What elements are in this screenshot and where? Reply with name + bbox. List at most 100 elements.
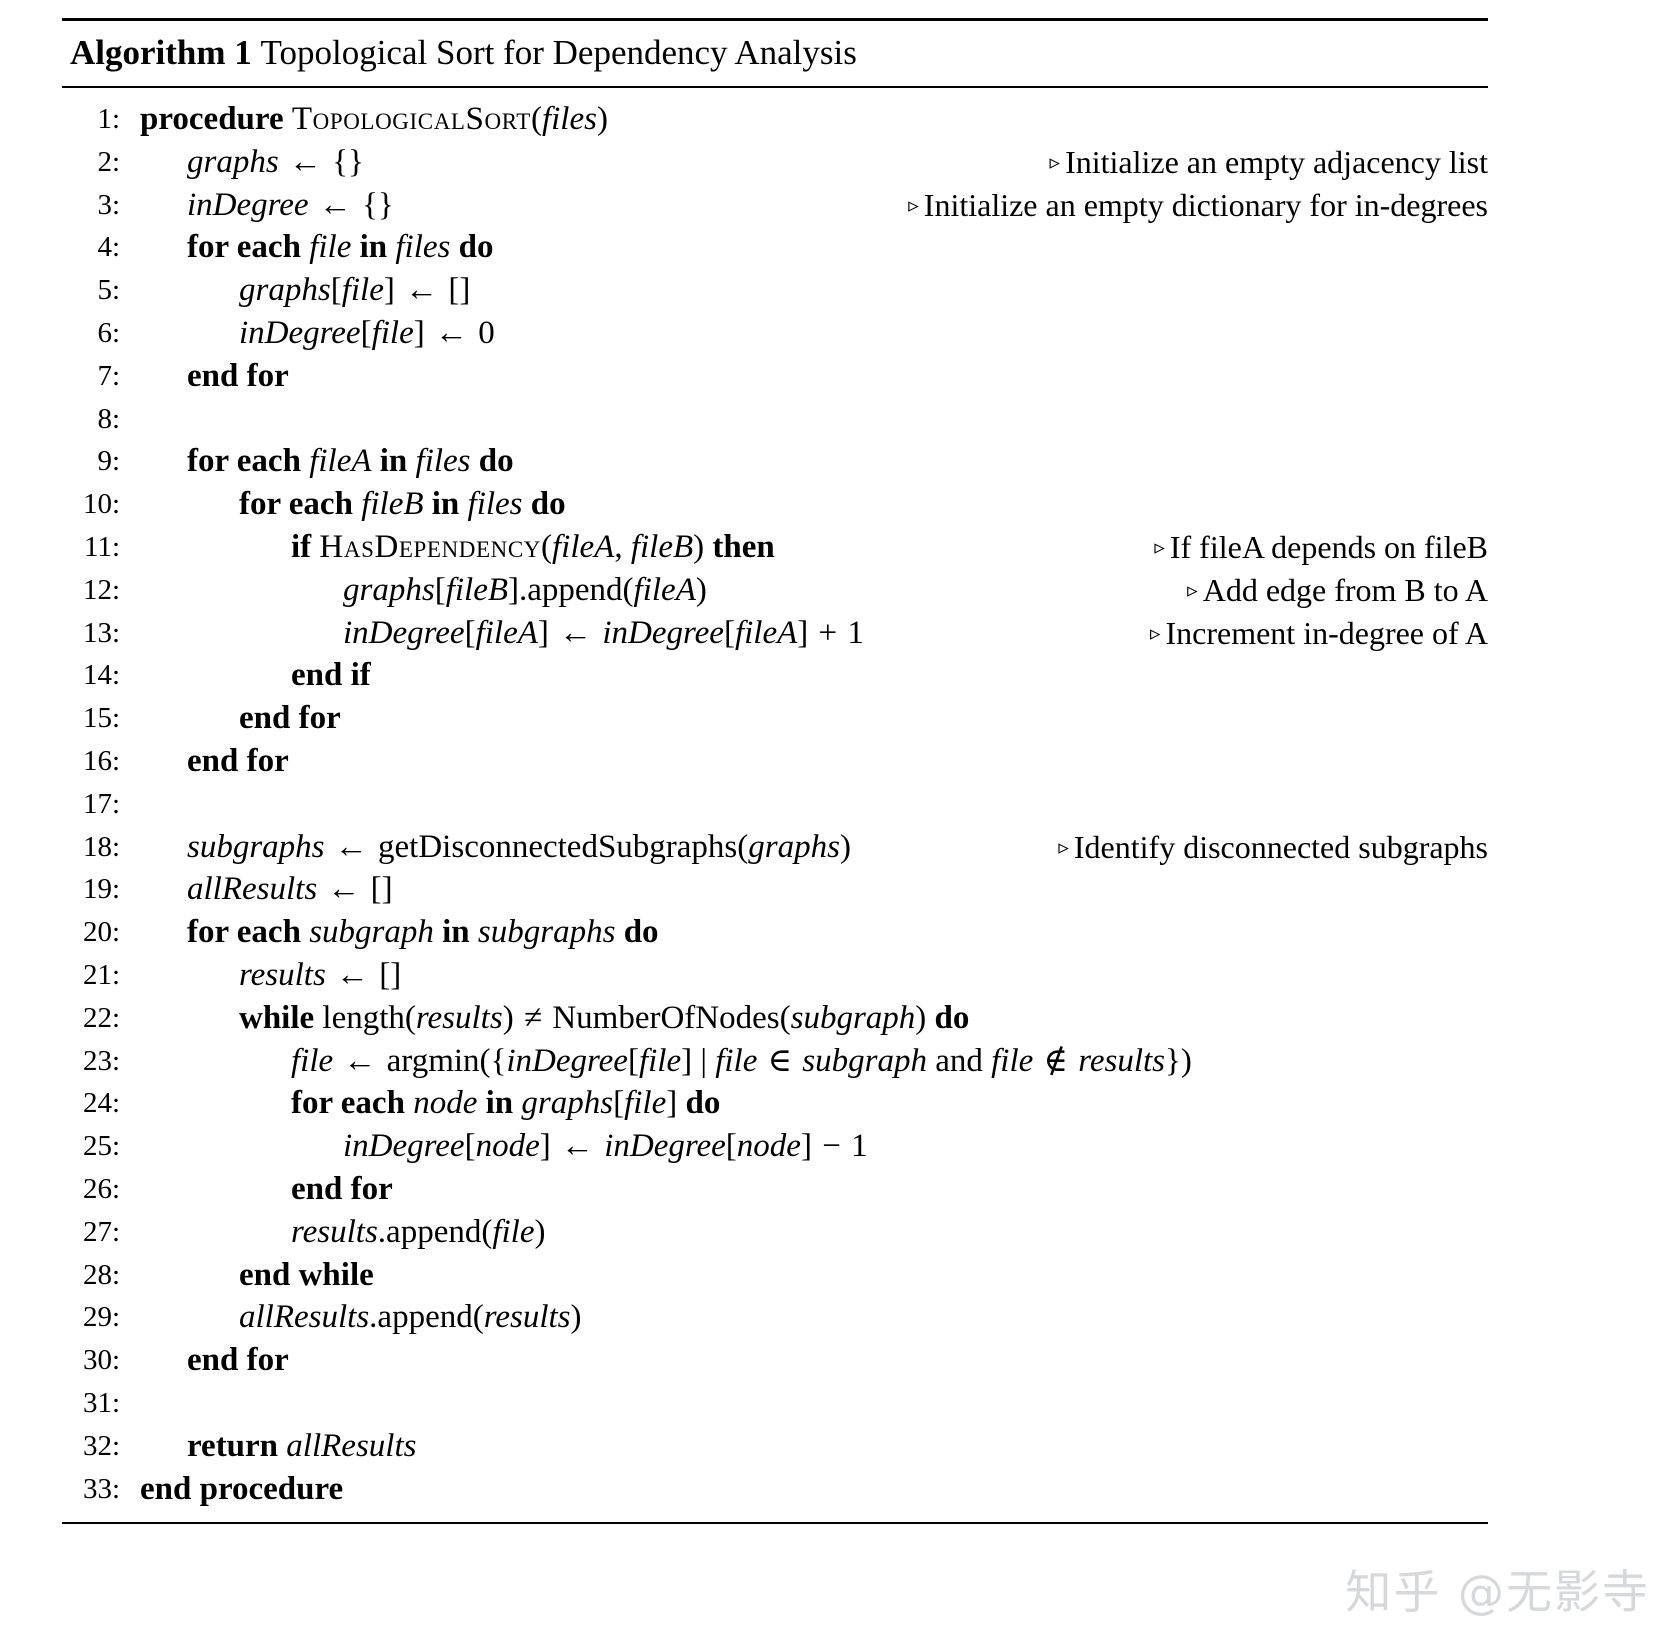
line-code: return allResults: [187, 1427, 417, 1464]
line-code: end while: [239, 1256, 374, 1293]
algorithm-line: 31:: [62, 1382, 1488, 1425]
comment-marker-icon: ▹: [1149, 620, 1161, 645]
line-number: 3:: [97, 188, 120, 221]
algorithm-line: 13: inDegree[fileA] ← inDegree[fileA] + …: [62, 612, 1488, 655]
line-code: if HasDependency(fileA, fileB) then: [291, 528, 775, 565]
algorithm-label: Algorithm 1: [70, 33, 252, 72]
line-number: 11:: [84, 530, 120, 563]
line-number: 12:: [82, 573, 120, 606]
line-number: 5:: [97, 274, 120, 307]
line-number: 32:: [82, 1429, 120, 1462]
algorithm-line: 27: results.append(file): [62, 1211, 1488, 1254]
line-number: 10:: [82, 488, 120, 521]
line-number: 15:: [82, 702, 120, 735]
line-number: 22:: [82, 1001, 120, 1034]
line-comment: ▹ If fileA depends on fileB: [1154, 526, 1488, 569]
algorithm-line: 33: end procedure: [62, 1468, 1488, 1511]
line-number: 26:: [82, 1172, 120, 1205]
line-number: 4:: [97, 231, 120, 264]
algorithm-line: 5: graphs[file] ← []: [62, 269, 1488, 312]
algorithm-line: 7: end for: [62, 355, 1488, 398]
line-code: end for: [239, 700, 341, 737]
line-number: 30:: [82, 1344, 120, 1377]
algorithm-line: 4: for each file in files do: [62, 226, 1488, 269]
comment-text: If fileA depends on fileB: [1169, 528, 1488, 565]
bottom-rule: [62, 1522, 1488, 1525]
algorithm-line: 11: if HasDependency(fileA, fileB) then …: [62, 526, 1488, 569]
line-code: graphs ← {}: [187, 143, 364, 180]
line-comment: ▹ Initialize an empty dictionary for in-d…: [908, 184, 1488, 227]
algorithm-line: 20: for each subgraph in subgraphs do: [62, 911, 1488, 954]
algorithm-line: 30: end for: [62, 1339, 1488, 1382]
algorithm-title-text-spacer: [252, 33, 261, 72]
algorithm-title: Algorithm 1 Topological Sort for Depende…: [62, 21, 1488, 82]
line-number: 2:: [97, 145, 120, 178]
algorithm-line: 17:: [62, 783, 1488, 826]
algorithm-line: 18: subgraphs ← getDisconnectedSubgraphs…: [62, 826, 1488, 869]
line-code: for each fileA in files do: [187, 443, 514, 480]
algorithm-line: 14: end if: [62, 654, 1488, 697]
line-number: 28:: [82, 1258, 120, 1291]
line-number: 21:: [82, 958, 120, 991]
line-number: 13:: [82, 616, 120, 649]
line-comment: ▹ Increment in-degree of A: [1150, 612, 1488, 655]
comment-text: Increment in-degree of A: [1165, 614, 1488, 651]
line-number: 23:: [82, 1044, 120, 1077]
algorithm-line: 25: inDegree[node] ← inDegree[node] − 1: [62, 1125, 1488, 1168]
line-number: 7:: [97, 359, 120, 392]
line-number: 19:: [82, 873, 120, 906]
comment-marker-icon: ▹: [908, 192, 919, 217]
algorithm-title-text: Topological Sort for Dependency Analysis: [260, 33, 857, 72]
line-code: end for: [187, 742, 289, 779]
algorithm-line: 28: end while: [62, 1254, 1488, 1297]
line-number: 33:: [82, 1472, 120, 1505]
algorithm-line: 6: inDegree[file] ← 0: [62, 312, 1488, 355]
line-number: 20:: [82, 916, 120, 949]
comment-text: Add edge from B to A: [1202, 571, 1488, 608]
algorithm-line: 2: graphs ← {} ▹ Initialize an empty adja…: [62, 141, 1488, 184]
line-code: inDegree ← {}: [187, 186, 394, 223]
algorithm-lines: 1: procedure TopologicalSort(files) 2: g…: [62, 88, 1488, 1516]
line-code: results ← []: [239, 956, 402, 993]
line-code: allResults ← []: [187, 871, 393, 908]
line-comment: ▹ Add edge from B to A: [1187, 569, 1488, 612]
line-code: subgraphs ← getDisconnectedSubgraphs(gra…: [187, 828, 851, 865]
line-number: 25:: [82, 1130, 120, 1163]
algorithm-line: 16: end for: [62, 740, 1488, 783]
algorithm-line: 3: inDegree ← {} ▹ Initialize an empty di…: [62, 184, 1488, 227]
line-code: end procedure: [140, 1470, 344, 1507]
line-code: for each subgraph in subgraphs do: [187, 914, 659, 951]
line-code: end for: [187, 357, 289, 394]
algorithm-line: 9: for each fileA in files do: [62, 440, 1488, 483]
algorithm-line: 12: graphs[fileB].append(fileA) ▹ Add edg…: [62, 569, 1488, 612]
algorithm-line: 19: allResults ← []: [62, 868, 1488, 911]
algorithm-line: 23: file ← argmin({inDegree[file] | file…: [62, 1040, 1488, 1083]
algorithm-line: 29: allResults.append(results): [62, 1296, 1488, 1339]
line-code: graphs[file] ← []: [239, 272, 471, 309]
comment-marker-icon: ▹: [1049, 150, 1061, 175]
line-number: 18:: [82, 830, 120, 863]
line-number: 31:: [82, 1386, 120, 1419]
line-number: 17:: [82, 787, 120, 820]
algorithm-line: 32: return allResults: [62, 1425, 1488, 1468]
algorithm-block: Algorithm 1 Topological Sort for Depende…: [62, 18, 1488, 1525]
line-code: for each fileB in files do: [239, 486, 566, 523]
line-code: inDegree[fileA] ← inDegree[fileA] + 1: [343, 614, 864, 651]
comment-marker-icon: ▹: [1058, 834, 1069, 859]
line-number: 27:: [82, 1215, 120, 1248]
line-comment: ▹ Identify disconnected subgraphs: [1058, 826, 1488, 869]
comment-text: Initialize an empty adjacency list: [1065, 143, 1488, 180]
algorithm-line: 22: while length(results) ≠ NumberOfNode…: [62, 997, 1488, 1040]
algorithm-line: 21: results ← []: [62, 954, 1488, 997]
line-code: inDegree[node] ← inDegree[node] − 1: [343, 1128, 868, 1165]
line-code: procedure TopologicalSort(files): [140, 101, 608, 137]
comment-marker-icon: ▹: [1187, 578, 1198, 602]
line-number: 29:: [82, 1301, 120, 1334]
watermark: 知乎 @无影寺: [1345, 1565, 1650, 1619]
line-number: 24:: [82, 1087, 120, 1120]
line-code: results.append(file): [291, 1213, 546, 1250]
line-code: graphs[fileB].append(fileA): [343, 571, 707, 608]
line-number: 9:: [97, 445, 120, 478]
